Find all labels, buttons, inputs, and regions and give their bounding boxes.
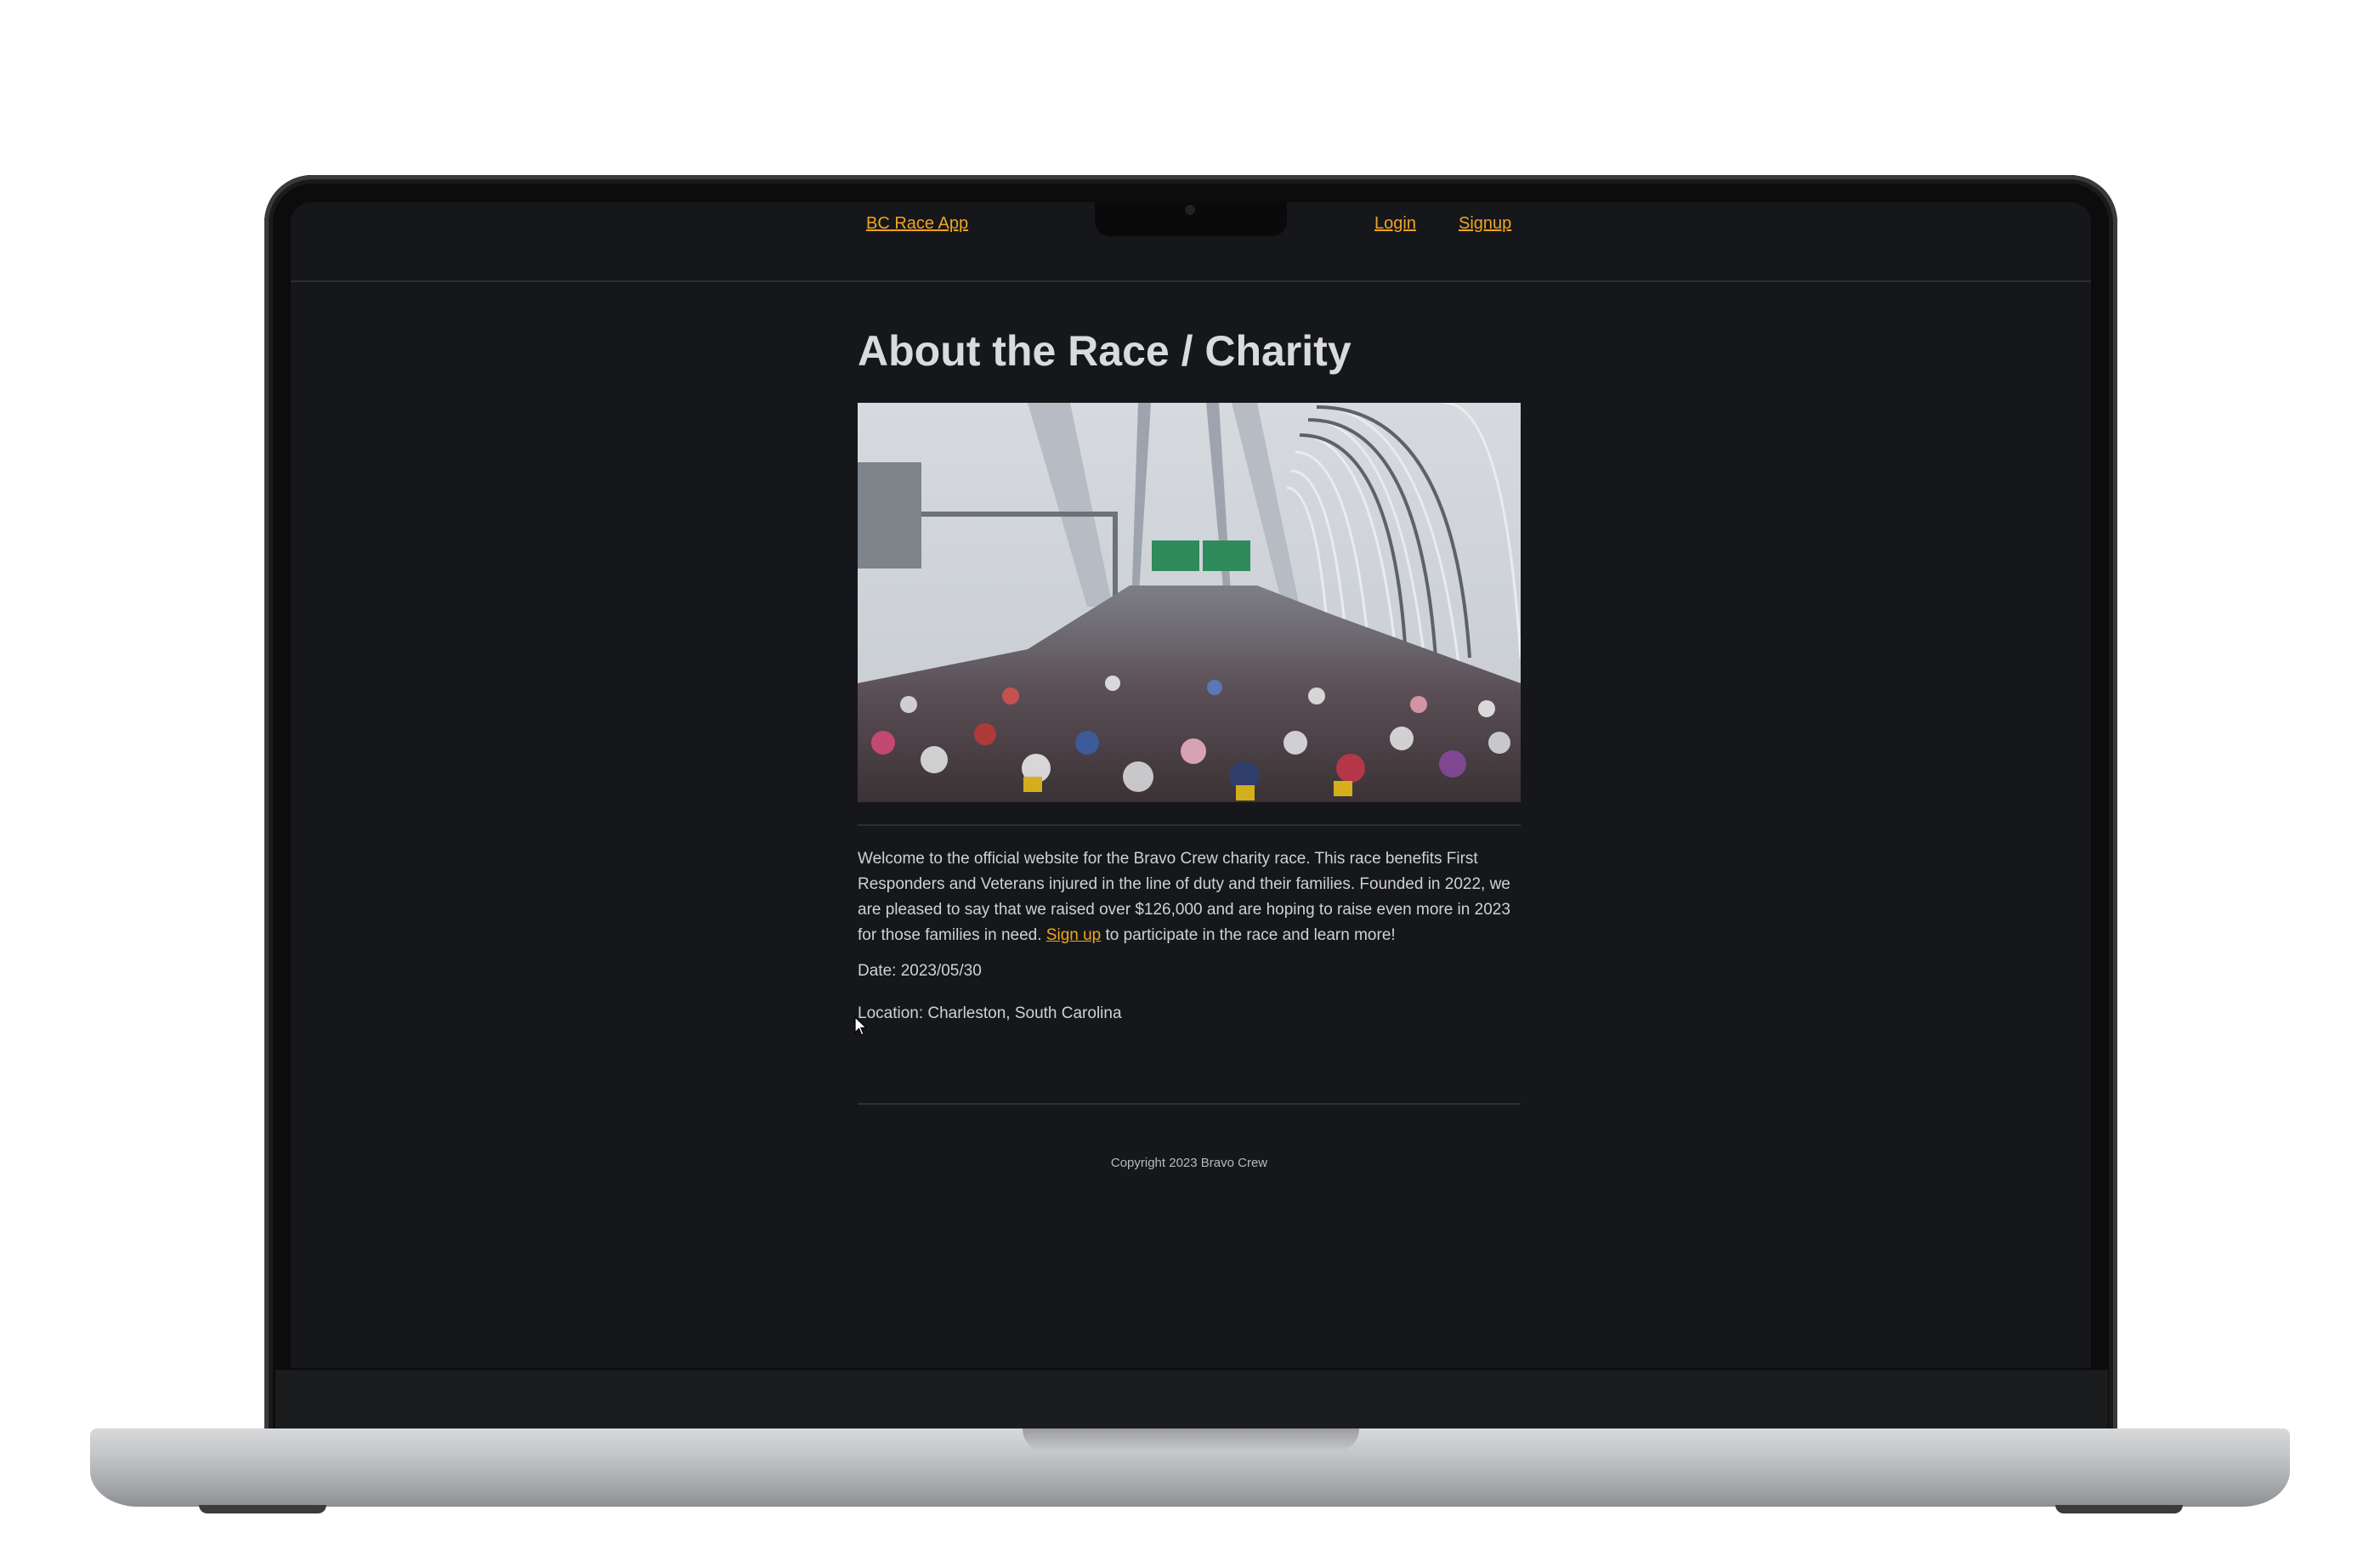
divider-bottom <box>858 1103 1521 1105</box>
race-location: Location: Charleston, South Carolina <box>858 1004 1122 1022</box>
laptop-hinge <box>1023 1428 1359 1452</box>
login-link[interactable]: Login <box>1374 214 1416 234</box>
intro-paragraph: Welcome to the official website for the … <box>858 846 1521 948</box>
laptop-foot-left <box>199 1505 326 1513</box>
laptop-foot-right <box>2055 1505 2183 1513</box>
inline-signup-link[interactable]: Sign up <box>1046 926 1101 944</box>
mouse-cursor-icon <box>854 1016 868 1036</box>
footer-copyright: Copyright 2023 Bravo Crew <box>1110 1156 1268 1170</box>
divider-top <box>858 824 1521 826</box>
race-hero-image <box>858 403 1521 802</box>
laptop-chin <box>275 1370 2108 1438</box>
race-date: Date: 2023/05/30 <box>858 962 982 980</box>
brand-link[interactable]: BC Race App <box>866 214 968 234</box>
browser-screen: BC Race App Login Signup About the Race … <box>291 202 2091 1368</box>
intro-text-after: to participate in the race and learn mor… <box>1101 926 1396 944</box>
signup-link[interactable]: Signup <box>1459 214 1511 234</box>
main-content: About the Race / Charity Welcome to the … <box>854 327 1521 1170</box>
page-title: About the Race / Charity <box>858 327 1352 375</box>
camera-icon <box>1185 205 1195 215</box>
